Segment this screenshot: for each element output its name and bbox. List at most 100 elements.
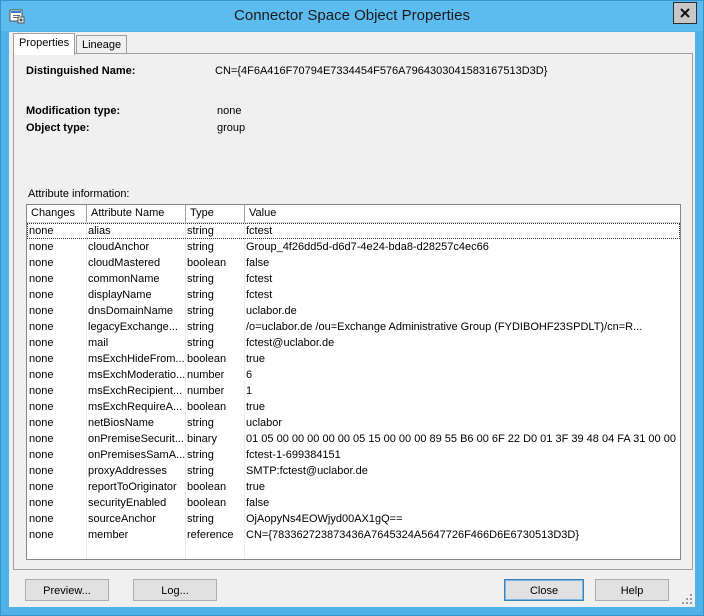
table-row[interactable]: none cloudMastered boolean false bbox=[27, 255, 680, 271]
attribute-list-header: Changes Attribute Name Type Value bbox=[27, 205, 680, 223]
preview-button[interactable]: Preview... bbox=[25, 579, 109, 601]
table-row[interactable]: none commonName string fctest bbox=[27, 271, 680, 287]
table-row[interactable]: none msExchHideFrom... boolean true bbox=[27, 351, 680, 367]
table-row[interactable]: none netBiosName string uclabor bbox=[27, 415, 680, 431]
cell-value: fctest-1-699384151 bbox=[246, 449, 341, 461]
cell-value: 6 bbox=[246, 369, 253, 381]
cell-value: fctest@uclabor.de bbox=[246, 337, 335, 349]
close-button[interactable]: Close bbox=[504, 579, 584, 601]
cell-attribute-name: legacyExchange... bbox=[88, 321, 178, 333]
cell-changes: none bbox=[29, 401, 54, 413]
cell-type: string bbox=[187, 289, 214, 301]
table-row[interactable]: none cloudAnchor string Group_4f26dd5d-d6d7… bbox=[27, 239, 680, 255]
cell-attribute-name: dnsDomainName bbox=[88, 305, 173, 317]
cell-value: uclabor bbox=[246, 417, 283, 429]
table-row[interactable]: none msExchModeratio... number 6 bbox=[27, 367, 680, 383]
object-type-label: Object type: bbox=[26, 122, 90, 134]
cell-attribute-name: cloudAnchor bbox=[88, 241, 150, 253]
cell-changes: none bbox=[29, 417, 54, 429]
cell-type: reference bbox=[187, 529, 234, 541]
cell-attribute-name: member bbox=[88, 529, 129, 541]
cell-changes: none bbox=[29, 481, 54, 493]
table-row[interactable]: none alias string fctest bbox=[27, 223, 680, 239]
cell-value: OjAopyNs4EOWjyd00AX1gQ== bbox=[246, 513, 403, 525]
cell-type: string bbox=[187, 513, 214, 525]
cell-attribute-name: onPremiseSecurit... bbox=[88, 433, 184, 445]
table-row[interactable]: none onPremisesSamA... string fctest-1-6993… bbox=[27, 447, 680, 463]
table-row[interactable]: none sourceAnchor string OjAopyNs4EOWjyd00A… bbox=[27, 511, 680, 527]
cell-attribute-name: msExchModeratio... bbox=[88, 369, 185, 381]
cell-changes: none bbox=[29, 289, 54, 301]
tab-lineage[interactable]: Lineage bbox=[76, 35, 128, 54]
table-row[interactable]: none securityEnabled boolean false bbox=[27, 495, 680, 511]
cell-value: fctest bbox=[246, 289, 273, 301]
dn-value: CN={4F6A416F70794E7334454F576A7964303041… bbox=[215, 65, 548, 77]
cell-type: string bbox=[187, 321, 214, 333]
cell-value: Group_4f26dd5d-d6d7-4e24-bda8-d28257c4ec… bbox=[246, 241, 489, 253]
table-row[interactable]: none onPremiseSecurit... binary 01 05 00 00… bbox=[27, 431, 680, 447]
table-row[interactable]: none member reference CN={783362723873436A7… bbox=[27, 527, 680, 543]
modification-type-label: Modification type: bbox=[26, 105, 121, 117]
cell-changes: none bbox=[29, 353, 54, 365]
cell-value: true bbox=[246, 353, 265, 365]
window-title: Connector Space Object Properties bbox=[234, 7, 470, 24]
attribute-rows: none alias string fctest none cloudAnchor stri… bbox=[27, 223, 680, 543]
cell-type: boolean bbox=[187, 257, 227, 269]
column-header-value[interactable]: Value bbox=[245, 205, 680, 222]
cell-type: string bbox=[187, 225, 214, 237]
title-bar[interactable]: Connector Space Object Properties bbox=[1, 1, 703, 31]
cell-attribute-name: onPremisesSamA... bbox=[88, 449, 185, 461]
cell-value: fctest bbox=[246, 273, 273, 285]
cell-attribute-name: mail bbox=[88, 337, 109, 349]
cell-changes: none bbox=[29, 257, 54, 269]
cell-type: binary bbox=[187, 433, 217, 445]
cell-attribute-name: sourceAnchor bbox=[88, 513, 156, 525]
log-button[interactable]: Log... bbox=[133, 579, 217, 601]
table-row[interactable]: none mail string fctest@uclabor.de bbox=[27, 335, 680, 351]
tab-properties[interactable]: Properties bbox=[13, 33, 76, 55]
cell-changes: none bbox=[29, 321, 54, 333]
cell-type: boolean bbox=[187, 401, 227, 413]
cell-changes: none bbox=[29, 513, 54, 525]
cell-value: false bbox=[246, 257, 270, 269]
cell-attribute-name: commonName bbox=[88, 273, 160, 285]
cell-value: fctest bbox=[246, 225, 273, 237]
cell-type: number bbox=[187, 385, 225, 397]
cell-attribute-name: alias bbox=[88, 225, 111, 237]
table-row[interactable]: none displayName string fctest bbox=[27, 287, 680, 303]
cell-changes: none bbox=[29, 529, 54, 541]
cell-attribute-name: msExchHideFrom... bbox=[88, 353, 185, 365]
table-row[interactable]: none dnsDomainName string uclabor.de bbox=[27, 303, 680, 319]
cell-attribute-name: netBiosName bbox=[88, 417, 155, 429]
column-header-attribute-name[interactable]: Attribute Name bbox=[87, 205, 186, 222]
table-row[interactable]: none msExchRecipient... number 1 bbox=[27, 383, 680, 399]
modification-type-value: none bbox=[217, 105, 242, 117]
table-row[interactable]: none legacyExchange... string/o=uclabor.de… bbox=[27, 319, 680, 335]
object-type-value: group bbox=[217, 122, 246, 134]
cell-type: boolean bbox=[187, 481, 227, 493]
table-row[interactable]: none reportToOriginator boolean true bbox=[27, 479, 680, 495]
cell-value: true bbox=[246, 481, 265, 493]
attribute-list[interactable]: Changes Attribute Name Type Value none al… bbox=[26, 204, 681, 560]
properties-window: Connector Space Object Properties Proper… bbox=[0, 0, 704, 616]
dialog-client: Properties Lineage Distinguished Name: C… bbox=[9, 32, 695, 607]
column-header-changes[interactable]: Changes bbox=[27, 205, 87, 222]
cell-type: string bbox=[187, 337, 214, 349]
resize-grip-icon[interactable] bbox=[681, 593, 693, 605]
cell-value: CN={783362723873436A7645324A5647726F466D… bbox=[246, 529, 580, 541]
close-icon[interactable] bbox=[673, 2, 697, 24]
table-row[interactable]: none msExchRequireA... boolean true bbox=[27, 399, 680, 415]
cell-attribute-name: cloudMastered bbox=[88, 257, 161, 269]
cell-attribute-name: msExchRecipient... bbox=[88, 385, 183, 397]
cell-changes: none bbox=[29, 241, 54, 253]
cell-type: string bbox=[187, 305, 214, 317]
cell-attribute-name: msExchRequireA... bbox=[88, 401, 183, 413]
column-header-type[interactable]: Type bbox=[186, 205, 245, 222]
cell-attribute-name: proxyAddresses bbox=[88, 465, 167, 477]
cell-changes: none bbox=[29, 305, 54, 317]
cell-value: false bbox=[246, 497, 270, 509]
cell-value: 1 bbox=[246, 385, 253, 397]
cell-type: boolean bbox=[187, 353, 227, 365]
table-row[interactable]: none proxyAddresses string SMTP:fctest@ucla… bbox=[27, 463, 680, 479]
help-button[interactable]: Help bbox=[595, 579, 669, 601]
